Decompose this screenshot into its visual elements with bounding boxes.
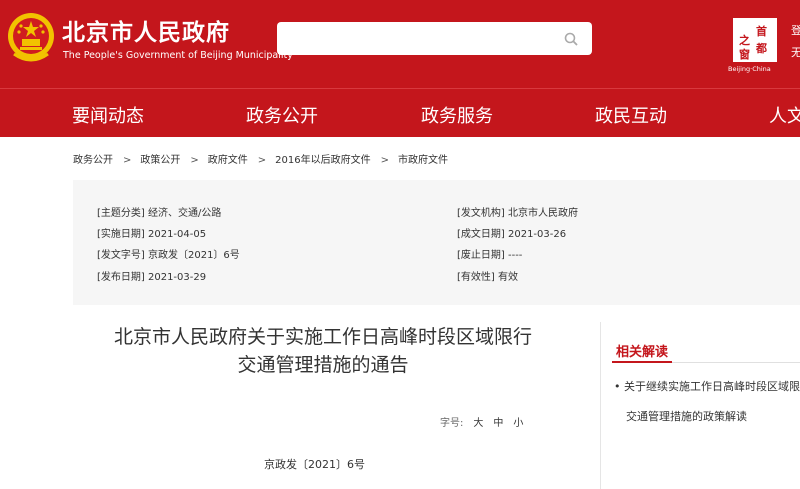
related-title-accent <box>612 361 672 363</box>
related-interpretation-title: 相关解读 <box>616 345 669 360</box>
chevron-right-icon: > <box>257 155 267 166</box>
site-subtitle: The People's Government of Beijing Munic… <box>63 50 293 61</box>
logo-char-1: 首 <box>756 25 767 38</box>
meta-effective-date: [实施日期] 2021-04-05 <box>97 229 207 240</box>
nav-item-culture[interactable]: 人文 <box>769 102 800 128</box>
chevron-right-icon: > <box>190 155 199 166</box>
font-size-medium-button[interactable]: 中 <box>493 418 503 429</box>
breadcrumb: 政务公开 > 政策公开 > 政府文件 >2016年以后政府文件 > 市政府文件 <box>73 151 448 166</box>
page: 北京市人民政府 The People's Government of Beiji… <box>0 0 800 489</box>
chevron-right-icon: > <box>380 155 390 166</box>
meta-written-date: [成文日期] 2021-03-26 <box>457 229 567 240</box>
column-divider <box>600 322 601 489</box>
related-interpretation-link[interactable]: • 关于继续实施工作日高峰时段区域限行 交通管理措施的政策解读 <box>614 372 800 432</box>
font-size-small-button[interactable]: 小 <box>513 418 523 429</box>
article-title-line-2: 交通管理措施的通告 <box>237 354 409 376</box>
article-title-line-1: 北京市人民政府关于实施工作日高峰时段区域限行 <box>113 326 532 348</box>
meta-doc-number: [发文字号] 京政发〔2021〕6号 <box>97 250 240 261</box>
chevron-right-icon: > <box>123 155 132 166</box>
meta-topic: [主题分类] 经济、交通/公路 <box>97 208 222 219</box>
national-emblem-icon[interactable] <box>6 10 56 64</box>
main-nav: 要闻动态 政务公开 政务服务 政民互动 人文 <box>0 88 800 137</box>
breadcrumb-item-post-2016[interactable]: 2016年以后政府文件 <box>275 155 370 166</box>
breadcrumb-item-open-government[interactable]: 政务公开 <box>73 155 113 166</box>
logo-char-4: 窗 <box>739 48 750 61</box>
meta-validity: [有效性] 有效 <box>457 272 518 283</box>
search-icon[interactable] <box>563 31 579 47</box>
font-size-selector: 字号: 大中小 <box>440 414 523 429</box>
meta-expiry-date: [废止日期] ---- <box>457 250 523 261</box>
meta-issuer: [发文机构] 北京市人民政府 <box>457 208 578 219</box>
breadcrumb-item-policy[interactable]: 政策公开 <box>140 155 180 166</box>
document-meta-box: [主题分类] 经济、交通/公路 [实施日期] 2021-04-05 [发文字号]… <box>73 180 800 305</box>
nav-item-services[interactable]: 政务服务 <box>421 102 493 128</box>
nav-item-news[interactable]: 要闻动态 <box>72 102 144 128</box>
capital-window-logo[interactable]: 首 都 之 窗 <box>733 18 777 62</box>
nav-item-open-government[interactable]: 政务公开 <box>246 102 318 128</box>
meta-publish-date: [发布日期] 2021-03-29 <box>97 272 207 283</box>
nav-item-interaction[interactable]: 政民互动 <box>595 102 667 128</box>
breadcrumb-item-municipal[interactable]: 市政府文件 <box>398 155 448 166</box>
login-link[interactable]: 登 <box>791 22 800 38</box>
breadcrumb-item-documents[interactable]: 政府文件 <box>208 155 248 166</box>
search-input[interactable] <box>287 28 557 49</box>
site-header: 北京市人民政府 The People's Government of Beiji… <box>0 0 800 88</box>
accessibility-link[interactable]: 无 <box>791 44 800 60</box>
site-title[interactable]: 北京市人民政府 <box>62 13 230 47</box>
font-size-label: 字号: <box>440 418 464 429</box>
logo-char-2: 都 <box>756 42 767 55</box>
search-box <box>277 22 592 55</box>
related-item-line-2[interactable]: 交通管理措施的政策解读 <box>614 402 800 432</box>
font-size-large-button[interactable]: 大 <box>473 418 483 429</box>
document-number: 京政发〔2021〕6号 <box>264 458 365 471</box>
logo-caption: Beijing·China <box>728 65 771 73</box>
article-title: 北京市人民政府关于实施工作日高峰时段区域限行 交通管理措施的通告 <box>78 323 568 379</box>
related-item-line-1[interactable]: • 关于继续实施工作日高峰时段区域限行 <box>614 372 800 402</box>
